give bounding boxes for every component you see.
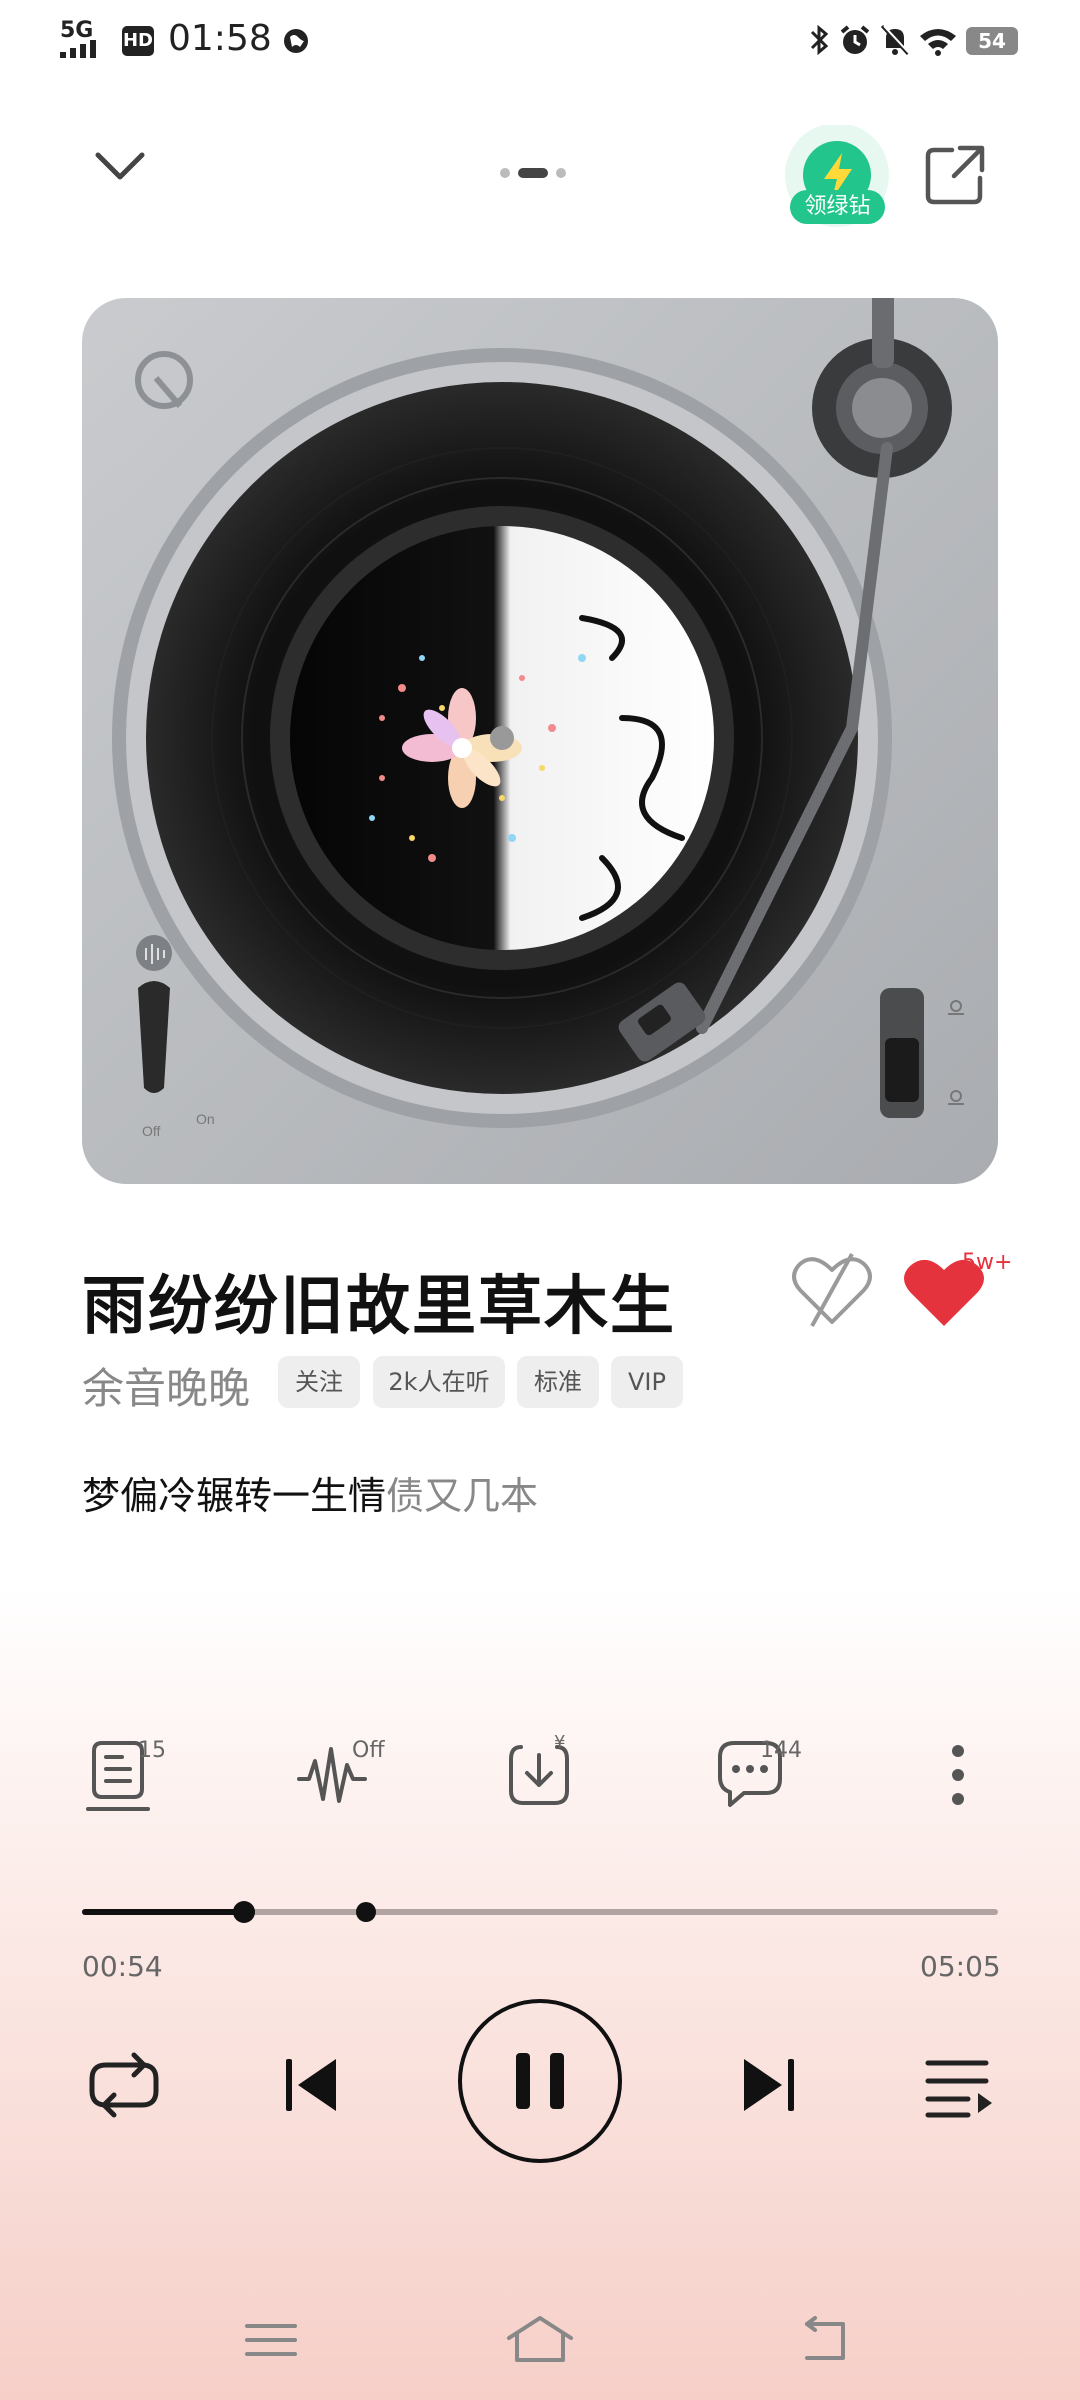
- vip-badge-label[interactable]: 领绿钻: [790, 190, 885, 224]
- globe-icon: [284, 29, 308, 53]
- progress-thumb[interactable]: [233, 1901, 256, 1923]
- share-icon[interactable]: [920, 140, 990, 210]
- song-title: 雨纷纷旧故里草木生: [82, 1270, 676, 1344]
- wifi-icon: [920, 29, 956, 56]
- playlist-icon: [925, 2060, 992, 2118]
- turntable: Off On: [82, 238, 998, 1184]
- page-indicator[interactable]: [500, 165, 580, 181]
- lyrics-badge: 15: [138, 1738, 166, 1763]
- bluetooth-icon: [810, 24, 829, 56]
- status-bar: 5G HD 01:58 54: [0, 0, 1080, 80]
- lyric-upcoming: 债又几本: [386, 1474, 539, 1518]
- turntable-graphic: Off On: [82, 238, 998, 1184]
- more-icon: [952, 1745, 964, 1805]
- current-lyric[interactable]: 梦偏冷辗转一生情债又几本: [82, 1465, 538, 1520]
- more-button[interactable]: [918, 1735, 998, 1815]
- alarm-icon: [840, 25, 870, 54]
- switch-off-label: Off: [142, 1123, 161, 1139]
- pause-button[interactable]: [456, 1997, 624, 2165]
- progress-played: [82, 1909, 245, 1915]
- nav-back-icon: [805, 2316, 845, 2360]
- download-badge: ¥: [554, 1732, 566, 1753]
- quality-button[interactable]: 标准: [517, 1356, 599, 1408]
- hd-icon: HD: [122, 26, 154, 56]
- comments-badge: 144: [760, 1738, 802, 1763]
- nav-back-button[interactable]: [795, 2310, 855, 2370]
- dislike-heart-icon[interactable]: [790, 1250, 874, 1330]
- download-button[interactable]: [505, 1735, 585, 1815]
- nav-menu-button[interactable]: [241, 2310, 301, 2370]
- switch-on-label: On: [196, 1111, 215, 1127]
- previous-button[interactable]: [270, 2045, 350, 2125]
- like-count: 5w+: [962, 1250, 1013, 1275]
- battery-icon: 54: [966, 27, 1018, 55]
- listeners-tag: 2k人在听: [373, 1356, 505, 1408]
- next-icon: [744, 2059, 794, 2111]
- status-time: 01:58: [168, 18, 272, 59]
- signal-icon: [60, 40, 96, 58]
- vip-tag[interactable]: VIP: [611, 1356, 683, 1408]
- repeat-icon: [89, 2052, 159, 2118]
- total-time: 05:05: [920, 1950, 1001, 1983]
- playlist-button[interactable]: [918, 2045, 998, 2125]
- page-dot: [500, 168, 510, 178]
- lyric-sung: 梦偏冷辗转一生情: [82, 1474, 387, 1518]
- page-dot-active: [518, 168, 548, 178]
- nav-home-icon: [507, 2316, 573, 2362]
- battery-level: 54: [978, 29, 1006, 53]
- sound-effect-badge: Off: [352, 1738, 385, 1763]
- previous-icon: [286, 2059, 336, 2111]
- mute-icon: [880, 24, 911, 56]
- follow-button[interactable]: 关注: [278, 1356, 360, 1408]
- repeat-button[interactable]: [84, 2045, 164, 2125]
- page-dot: [556, 168, 566, 178]
- current-time: 00:54: [82, 1950, 163, 1983]
- chevron-down-icon[interactable]: [90, 145, 150, 185]
- pause-icon: [458, 1999, 622, 2163]
- buffer-marker: [355, 1902, 376, 1922]
- artist-name[interactable]: 余音晚晚: [82, 1355, 250, 1416]
- next-button[interactable]: [730, 2045, 810, 2125]
- download-icon: [509, 1745, 569, 1805]
- nav-home-button[interactable]: [505, 2310, 573, 2370]
- nav-menu-icon: [245, 2324, 297, 2356]
